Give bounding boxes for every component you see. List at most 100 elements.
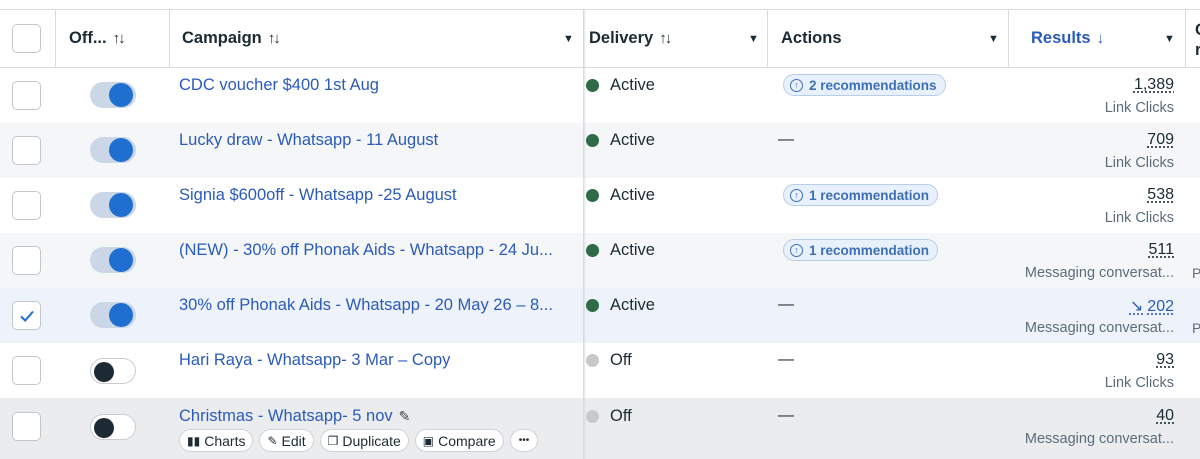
- more-options-button[interactable]: •••: [509, 429, 539, 452]
- delivery-label: Active: [610, 76, 655, 94]
- row-checkbox[interactable]: [12, 356, 41, 385]
- bar-chart-icon: ▮▮: [187, 433, 201, 448]
- edit-button[interactable]: ✎ Edit: [259, 429, 314, 452]
- result-type: Link Clicks: [1104, 210, 1174, 226]
- campaign-toggle[interactable]: [90, 358, 136, 384]
- recommendations-label: 1 recommendation: [809, 187, 930, 203]
- campaign-toggle[interactable]: [90, 247, 136, 273]
- header-divider: [1008, 10, 1009, 67]
- table-row[interactable]: Signia $600off - Whatsapp -25 August Act…: [0, 178, 1200, 233]
- toggle-knob: [94, 418, 114, 438]
- status-dot: [586, 354, 599, 367]
- edit-label: Edit: [281, 432, 306, 449]
- status-dot: [586, 410, 599, 423]
- actions-empty: —: [778, 407, 794, 424]
- header-delivery[interactable]: Delivery ↑↓: [589, 10, 672, 67]
- chevron-down-icon[interactable]: ▼: [563, 10, 574, 67]
- header-campaign[interactable]: Campaign ↑↓: [182, 10, 281, 67]
- pencil-icon: ✎: [267, 433, 278, 448]
- table-row[interactable]: (NEW) - 30% off Phonak Aids - Whatsapp -…: [0, 233, 1200, 288]
- header-divider: [169, 10, 170, 67]
- result-type: Messaging conversat...: [1024, 265, 1174, 281]
- table-row[interactable]: 30% off Phonak Aids - Whatsapp - 20 May …: [0, 288, 1200, 343]
- arrow-up-circle-icon: ↑: [790, 78, 803, 92]
- recommendations-badge[interactable]: ↑ 1 recommendation: [783, 184, 939, 206]
- chevron-down-icon[interactable]: ▼: [988, 10, 999, 67]
- pencil-icon[interactable]: ✎: [399, 408, 411, 425]
- result-number: 202: [1147, 298, 1174, 315]
- row-checkbox[interactable]: [12, 412, 41, 441]
- campaign-name-link[interactable]: (NEW) - 30% off Phonak Aids - Whatsapp -…: [179, 241, 553, 260]
- compare-button[interactable]: ▣ Compare: [414, 429, 504, 452]
- sort-descending-icon[interactable]: ↓: [1097, 30, 1105, 47]
- checkmark-icon: [19, 310, 34, 322]
- header-divider: [55, 10, 56, 67]
- select-all-checkbox[interactable]: [12, 24, 41, 53]
- campaign-name-link[interactable]: 30% off Phonak Aids - Whatsapp - 20 May …: [179, 296, 553, 315]
- delivery-label: Active: [610, 241, 655, 259]
- result-value[interactable]: ↘ 202: [1130, 296, 1174, 316]
- campaign-toggle[interactable]: [90, 137, 136, 163]
- row-checkbox[interactable]: [12, 191, 41, 220]
- status-dot: [586, 134, 599, 147]
- row-checkbox-checked[interactable]: [12, 301, 41, 330]
- campaign-name-link[interactable]: Lucky draw - Whatsapp - 11 August: [179, 131, 438, 150]
- status-dot: [586, 189, 599, 202]
- campaign-name-link[interactable]: Christmas - Whatsapp- 5 nov ✎: [179, 407, 410, 426]
- header-actions-label: Actions: [781, 29, 842, 47]
- result-type: Messaging conversat...: [1024, 431, 1174, 447]
- delivery-status: Active: [586, 131, 655, 150]
- charts-button[interactable]: ▮▮ Charts: [179, 429, 254, 452]
- delivery-status: Active: [586, 241, 655, 260]
- table-row[interactable]: CDC voucher $400 1st Aug Active ↑ 2 recom…: [0, 68, 1200, 123]
- charts-label: Charts: [204, 432, 246, 449]
- recommendations-badge[interactable]: ↑ 2 recommendations: [783, 74, 946, 96]
- campaign-toggle[interactable]: [90, 192, 136, 218]
- result-value[interactable]: 93: [1156, 351, 1174, 369]
- header-onoff[interactable]: Off... ↑↓: [69, 10, 126, 67]
- campaign-name-link[interactable]: Hari Raya - Whatsapp- 3 Mar – Copy: [179, 351, 450, 370]
- sort-icon[interactable]: ↑↓: [659, 30, 672, 47]
- sort-icon[interactable]: ↑↓: [113, 30, 126, 47]
- result-type: Link Clicks: [1104, 375, 1174, 391]
- result-value[interactable]: 1,389: [1134, 76, 1174, 94]
- campaign-toggle[interactable]: [90, 82, 136, 108]
- duplicate-button[interactable]: ❐ Duplicate: [319, 429, 409, 452]
- arrow-up-circle-icon: ↑: [790, 188, 803, 202]
- header-onoff-label: Off...: [69, 29, 107, 47]
- result-type: Link Clicks: [1104, 155, 1174, 171]
- compare-icon: ▣: [422, 433, 435, 448]
- chevron-down-icon[interactable]: ▼: [748, 10, 759, 67]
- actions-empty: —: [778, 351, 794, 368]
- row-checkbox[interactable]: [12, 81, 41, 110]
- sort-icon[interactable]: ↑↓: [268, 30, 281, 47]
- recommendations-badge[interactable]: ↑ 1 recommendation: [783, 239, 939, 261]
- header-results-label: Results: [1031, 29, 1091, 47]
- row-checkbox[interactable]: [12, 246, 41, 275]
- campaign-toggle[interactable]: [90, 302, 136, 328]
- result-value[interactable]: 511: [1148, 241, 1174, 259]
- table-row[interactable]: Lucky draw - Whatsapp - 11 August Active…: [0, 123, 1200, 178]
- campaign-name-link[interactable]: Signia $600off - Whatsapp -25 August: [179, 186, 457, 205]
- toggle-knob: [109, 138, 133, 162]
- header-campaign-label: Campaign: [182, 29, 262, 47]
- chevron-down-icon[interactable]: ▼: [1164, 10, 1175, 67]
- header-results[interactable]: Results ↓: [1031, 10, 1104, 67]
- header-actions[interactable]: Actions: [781, 10, 842, 67]
- header-delivery-label: Delivery: [589, 29, 654, 47]
- recommendations-label: 1 recommendation: [809, 242, 930, 258]
- actions-empty: —: [778, 296, 794, 313]
- header-divider: [1185, 10, 1186, 67]
- result-value[interactable]: 538: [1147, 186, 1174, 204]
- delivery-status: Active: [586, 186, 655, 205]
- delivery-label: Active: [610, 186, 655, 204]
- row-checkbox[interactable]: [12, 136, 41, 165]
- table-row[interactable]: Hari Raya - Whatsapp- 3 Mar – Copy Off —…: [0, 343, 1200, 398]
- toggle-knob: [109, 303, 133, 327]
- campaign-name-link[interactable]: CDC voucher $400 1st Aug: [179, 76, 379, 95]
- result-value[interactable]: 40: [1156, 407, 1174, 425]
- campaign-name-text: Christmas - Whatsapp- 5 nov: [179, 407, 393, 425]
- delivery-label: Off: [610, 407, 632, 425]
- result-value[interactable]: 709: [1147, 131, 1174, 149]
- campaign-toggle[interactable]: [90, 414, 136, 440]
